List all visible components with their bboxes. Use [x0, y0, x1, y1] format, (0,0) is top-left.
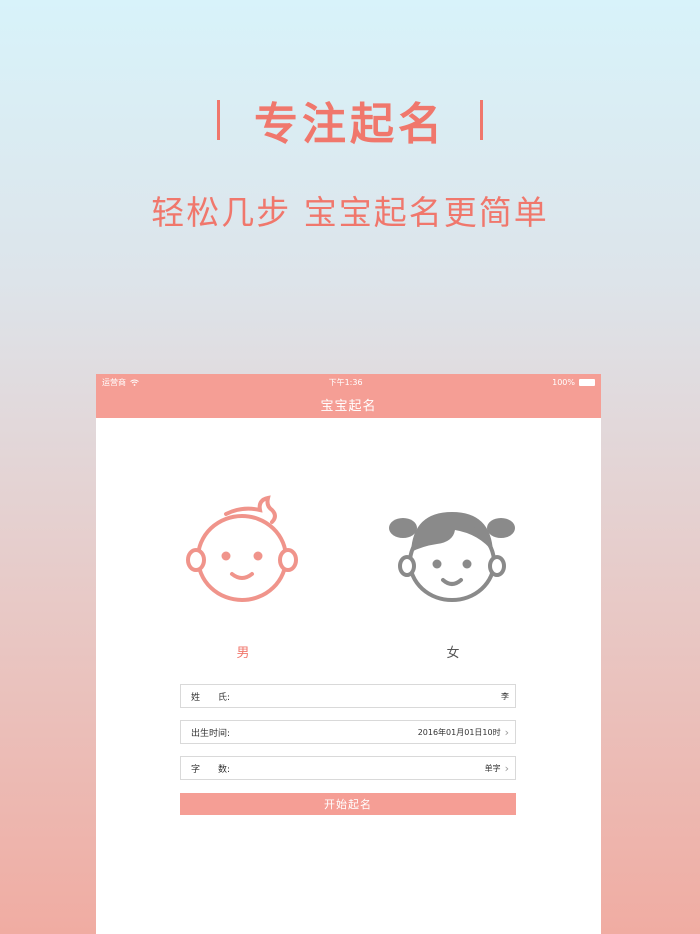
- gender-girl-label[interactable]: 女: [433, 642, 473, 661]
- char-count-value: 单字: [484, 763, 501, 773]
- app-screen: 运营商 下午1:36 100% 宝宝起名 男 女 姓 氏: 李 出生时间: 20…: [96, 374, 601, 934]
- surname-value-wrap: 李: [501, 691, 509, 702]
- char-count-label: 字 数:: [191, 764, 231, 775]
- battery-icon: [579, 378, 595, 386]
- chevron-right-icon: ›: [504, 725, 509, 739]
- status-right: 100%: [552, 378, 595, 387]
- birth-time-label: 出生时间:: [191, 728, 231, 739]
- birth-time-field[interactable]: 出生时间: 2016年01月01日10时 ›: [180, 720, 516, 744]
- carrier-text: 运营商: [102, 377, 126, 387]
- surname-label: 姓 氏:: [191, 692, 231, 703]
- promo-headline: 专注起名: [0, 88, 700, 152]
- headline-text: 专注起名: [254, 99, 446, 150]
- battery-percent: 100%: [552, 377, 575, 387]
- status-time: 下午1:36: [328, 377, 363, 387]
- char-count-value-wrap: 单字 ›: [485, 762, 509, 775]
- char-count-field[interactable]: 字 数: 单字 ›: [180, 756, 516, 780]
- surname-value: 李: [501, 691, 509, 701]
- promo-subline: 轻松几步 宝宝起名更简单: [151, 193, 549, 232]
- start-naming-button[interactable]: 开始起名: [180, 793, 516, 815]
- status-left: 运营商: [102, 377, 139, 388]
- boy-avatar-icon[interactable]: [186, 494, 298, 606]
- birth-time-value: 2016年01月01日10时: [417, 727, 501, 737]
- status-bar: 运营商 下午1:36 100%: [96, 374, 601, 390]
- chevron-right-icon: ›: [504, 761, 509, 775]
- headline-divider-left: [217, 100, 220, 140]
- nav-title: 宝宝起名: [320, 398, 377, 414]
- girl-avatar-icon[interactable]: [389, 508, 515, 604]
- birth-time-value-wrap: 2016年01月01日10时 ›: [418, 726, 509, 739]
- surname-field[interactable]: 姓 氏: 李: [180, 684, 516, 708]
- wifi-icon: [130, 379, 139, 386]
- gender-boy-label[interactable]: 男: [223, 642, 263, 661]
- headline-divider-right: [480, 100, 483, 140]
- nav-bar: 宝宝起名: [96, 390, 601, 418]
